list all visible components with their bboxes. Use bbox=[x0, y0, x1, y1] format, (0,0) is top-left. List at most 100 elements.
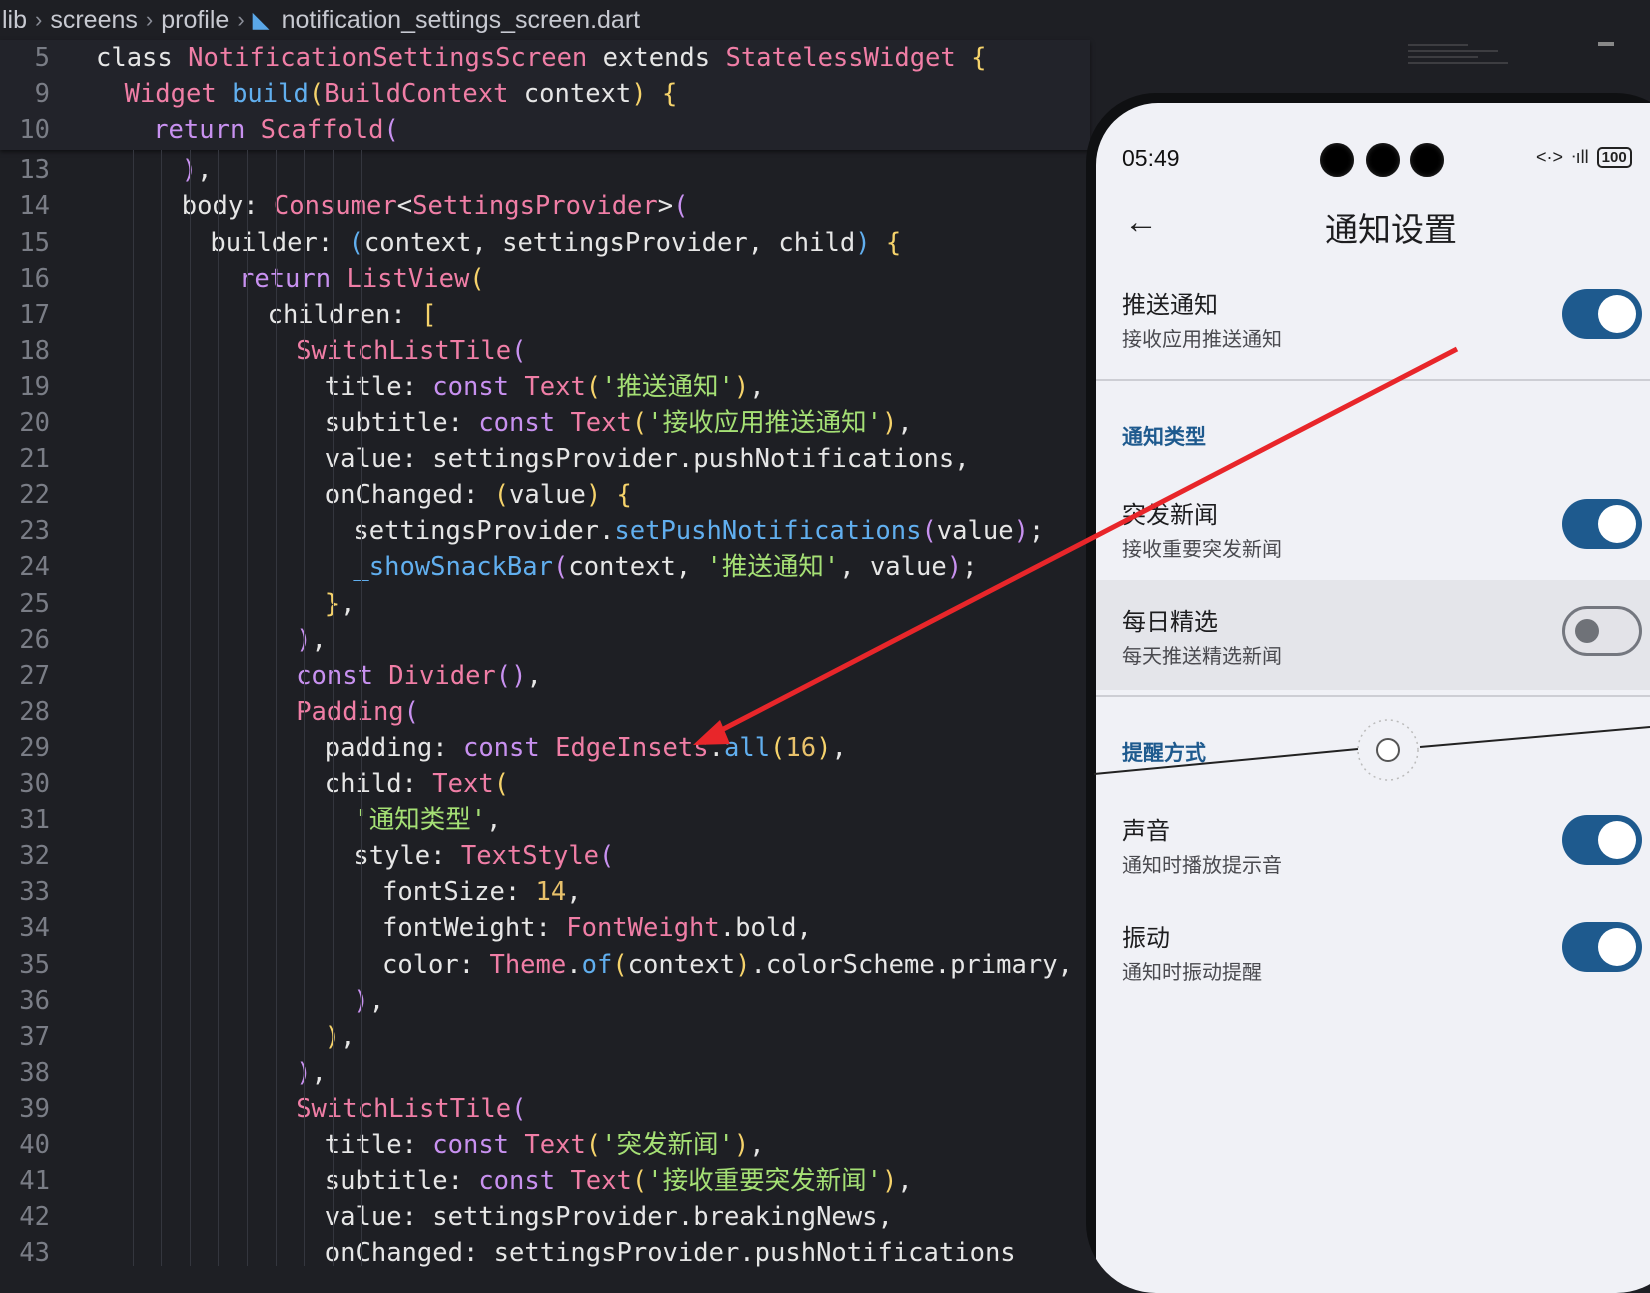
line-number: 21 bbox=[19, 444, 50, 475]
code-text: builder: (context, settingsProvider, chi… bbox=[210, 227, 902, 258]
divider bbox=[1096, 695, 1650, 697]
indent-guide bbox=[361, 150, 363, 1266]
code-text: value: settingsProvider.breakingNews, bbox=[324, 1202, 893, 1233]
tile-title: 振动 bbox=[1122, 925, 1170, 952]
indent-guide bbox=[161, 150, 163, 1266]
code-text: ), bbox=[325, 1021, 356, 1052]
line-number: 30 bbox=[19, 769, 50, 799]
toggle-knob bbox=[1598, 928, 1636, 966]
tile-title: 声音 bbox=[1122, 818, 1170, 845]
line-number: 16 bbox=[19, 263, 50, 294]
code-text: subtitle: const Text('接收重要突发新闻'), bbox=[324, 1166, 913, 1197]
toggle-knob bbox=[1575, 619, 1599, 643]
breadcrumb-screens[interactable]: screens bbox=[50, 6, 138, 35]
line-number: 20 bbox=[19, 408, 50, 438]
line-number: 26 bbox=[19, 624, 50, 655]
indent-guide bbox=[132, 150, 134, 1266]
phone-frame: 05:49 <·> ᐧıll 100 ← 通知设置 推送通知 接收应用推送通知 … bbox=[1086, 93, 1650, 1293]
code-text: onChanged: (value) { bbox=[324, 480, 632, 511]
line-number: 15 bbox=[19, 227, 50, 258]
section-header-types: 通知类型 bbox=[1122, 426, 1206, 449]
breadcrumb-file[interactable]: notification_settings_screen.dart bbox=[282, 6, 641, 35]
breadcrumb-profile[interactable]: profile bbox=[161, 6, 229, 35]
breadcrumb-lib[interactable]: lib bbox=[2, 6, 27, 35]
code-text: SwitchListTile( bbox=[296, 335, 527, 366]
line-number: 37 bbox=[19, 1021, 50, 1052]
tile-subtitle: 接收应用推送通知 bbox=[1122, 329, 1282, 351]
sound-toggle[interactable] bbox=[1562, 815, 1642, 865]
indent-guide bbox=[332, 150, 334, 1266]
line-number: 35 bbox=[19, 949, 50, 980]
setting-push[interactable]: 推送通知 接收应用推送通知 bbox=[1096, 263, 1650, 373]
line-number: 39 bbox=[19, 1093, 50, 1124]
line-number: 22 bbox=[19, 480, 50, 511]
line-number: 28 bbox=[19, 696, 50, 727]
code-text: title: const Text('突发新闻'), bbox=[324, 1130, 765, 1160]
indent-guide bbox=[304, 150, 306, 1266]
code-text: _showSnackBar(context, '推送通知', value); bbox=[353, 552, 978, 583]
tile-title: 突发新闻 bbox=[1122, 502, 1218, 529]
code-text: child: Text( bbox=[324, 769, 510, 799]
line-number: 32 bbox=[19, 841, 50, 872]
code-text: settingsProvider.setPushNotifications(va… bbox=[353, 516, 1045, 547]
code-text: ), bbox=[182, 155, 213, 186]
line-number: 31 bbox=[19, 805, 50, 836]
chevron-right-icon: › bbox=[35, 7, 43, 32]
status-icons: <·> ᐧıll 100 bbox=[1536, 147, 1632, 168]
line-number: 13 bbox=[19, 155, 50, 186]
camera-icon bbox=[1320, 143, 1354, 177]
minimap[interactable] bbox=[1408, 40, 1528, 80]
code-text: value: settingsProvider.pushNotification… bbox=[324, 444, 970, 475]
toggle-knob bbox=[1598, 505, 1636, 543]
camera-icon bbox=[1410, 143, 1444, 177]
indent-guide bbox=[218, 150, 220, 1266]
code-text: style: TextStyle( bbox=[353, 841, 615, 872]
breaking-news-toggle[interactable] bbox=[1562, 499, 1642, 549]
divider bbox=[1096, 379, 1650, 381]
code-text: ), bbox=[296, 1057, 327, 1088]
phone-screen: 05:49 <·> ᐧıll 100 ← 通知设置 推送通知 接收应用推送通知 … bbox=[1096, 103, 1650, 1293]
tile-title: 推送通知 bbox=[1122, 292, 1218, 319]
line-number: 41 bbox=[19, 1166, 50, 1197]
code-text: title: const Text('推送通知'), bbox=[324, 371, 765, 402]
code-text: body: Consumer<SettingsProvider>( bbox=[181, 191, 689, 222]
scrollbar[interactable] bbox=[1598, 42, 1614, 46]
setting-breaking-news[interactable]: 突发新闻 接收重要突发新闻 bbox=[1096, 473, 1650, 583]
vibrate-toggle[interactable] bbox=[1562, 922, 1642, 972]
push-toggle[interactable] bbox=[1562, 289, 1642, 339]
line-number: 40 bbox=[19, 1130, 50, 1160]
signal-icon: ᐧıll bbox=[1571, 147, 1589, 167]
line-number: 29 bbox=[19, 732, 50, 763]
line-number: 10 bbox=[19, 115, 50, 146]
line-number: 24 bbox=[19, 552, 50, 583]
code-text: ), bbox=[296, 624, 327, 655]
status-time: 05:49 bbox=[1122, 145, 1180, 171]
code-text: return Scaffold( bbox=[153, 115, 399, 146]
code-text: }, bbox=[325, 588, 356, 619]
setting-sound[interactable]: 声音 通知时播放提示音 bbox=[1096, 789, 1650, 899]
code-text: '通知类型', bbox=[353, 805, 502, 836]
code-text: Padding( bbox=[296, 696, 420, 727]
line-number: 14 bbox=[19, 191, 50, 222]
code-text: padding: const EdgeInsets.all(16), bbox=[324, 732, 847, 763]
setting-vibrate[interactable]: 振动 通知时振动提醒 bbox=[1096, 896, 1650, 1006]
line-number: 18 bbox=[19, 335, 50, 366]
dart-file-icon: ◣ bbox=[252, 7, 270, 32]
data-transfer-icon: <·> bbox=[1536, 147, 1564, 167]
code-text: ), bbox=[353, 985, 385, 1016]
indent-guide bbox=[247, 150, 248, 1266]
code-editor[interactable]: 5 class NotificationSettingsScreen extend… bbox=[0, 40, 1090, 1268]
battery-indicator: 100 bbox=[1596, 147, 1632, 168]
line-number: 34 bbox=[19, 913, 50, 944]
chevron-right-icon: › bbox=[145, 7, 154, 32]
code-text: SwitchListTile( bbox=[296, 1093, 527, 1124]
tile-subtitle: 通知时播放提示音 bbox=[1122, 855, 1282, 877]
line-number: 17 bbox=[19, 299, 50, 330]
daily-picks-toggle[interactable] bbox=[1562, 606, 1642, 656]
line-number: 27 bbox=[19, 660, 50, 691]
code-text: class NotificationSettingsScreen extends… bbox=[96, 43, 987, 73]
line-number: 9 bbox=[34, 79, 50, 110]
code-text: fontSize: 14, bbox=[382, 877, 582, 908]
setting-daily-picks[interactable]: 每日精选 每天推送精选新闻 bbox=[1096, 580, 1650, 690]
line-number: 19 bbox=[19, 371, 50, 402]
